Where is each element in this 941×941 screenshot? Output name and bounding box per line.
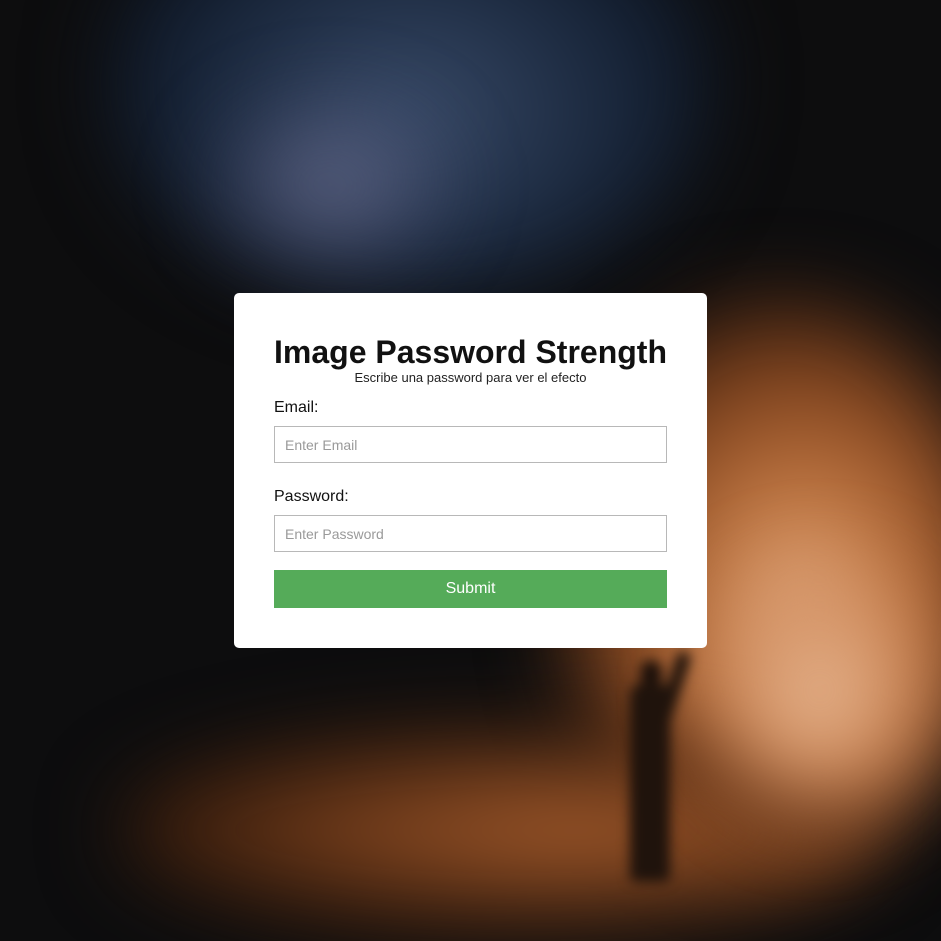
password-label: Password:	[274, 488, 349, 505]
page-background: Image Password Strength Escribe una pass…	[0, 0, 941, 941]
submit-button[interactable]: Submit	[274, 570, 667, 608]
background-milky-way	[200, 90, 460, 280]
background-ground-glow	[120, 730, 880, 930]
card-title: Image Password Strength	[274, 334, 667, 370]
background-sky	[110, 0, 710, 300]
card-subtitle: Escribe una password para ver el efecto	[354, 370, 587, 385]
email-label: Email:	[274, 399, 319, 416]
login-card: Image Password Strength Escribe una pass…	[234, 293, 707, 648]
background-person-silhouette	[622, 649, 693, 900]
login-form: Email: Password: Submit	[274, 398, 667, 608]
background-light-burst	[700, 560, 940, 820]
email-input[interactable]	[274, 426, 667, 463]
password-input[interactable]	[274, 515, 667, 552]
